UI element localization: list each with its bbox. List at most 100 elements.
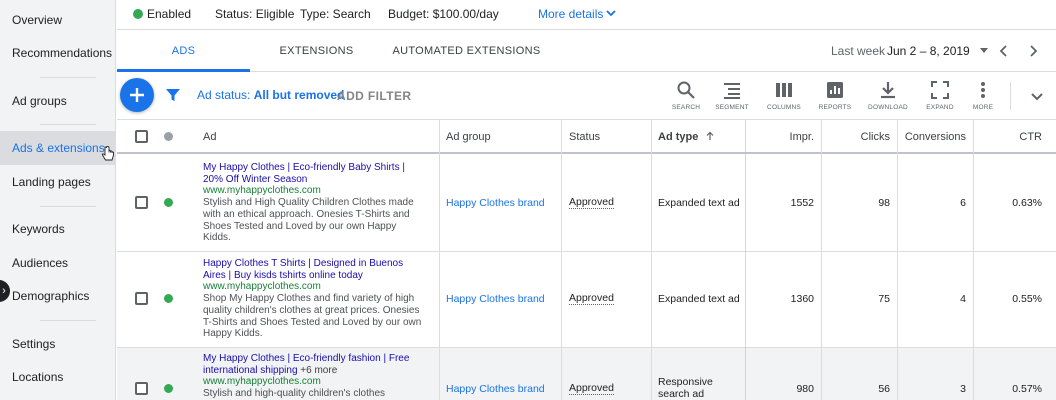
add-filter-button[interactable]: ADD FILTER [337, 89, 411, 103]
tool-label-reports: REPORTS [818, 104, 852, 111]
sidebar-item-demographics[interactable]: Demographics [0, 279, 116, 313]
ad-display-url: www.myhappyclothes.com [203, 281, 321, 293]
sidebar-divider [40, 124, 96, 125]
ad-description: Stylish and high-quality children's clot… [203, 388, 386, 400]
row-checkbox[interactable] [135, 196, 148, 209]
column-divider [651, 120, 652, 400]
ad-type-value: Responsive search ad [658, 376, 713, 400]
columns-tool-button[interactable]: COLUMNS [760, 80, 808, 111]
date-range-value[interactable]: Jun 2 – 8, 2019 [887, 44, 970, 58]
ads-tabs-row: ADS EXTENSIONS AUTOMATED EXTENSIONS Last… [117, 31, 1056, 72]
clicks-value: 98 [878, 197, 890, 209]
col-header-conversions[interactable]: Conversions [898, 120, 966, 154]
sidebar-item-locations[interactable]: Locations [0, 360, 116, 394]
tool-label-download: DOWNLOAD [868, 104, 908, 111]
sidebar-item-overview[interactable]: Overview [0, 3, 116, 37]
reports-tool-button[interactable]: REPORTS [811, 80, 859, 111]
conversions-value: 6 [960, 197, 966, 209]
impr-value: 1360 [790, 293, 814, 305]
ad-headline[interactable]: My Happy Clothes | Eco-friendly fashion … [203, 353, 423, 376]
impr-value: 1552 [790, 197, 814, 209]
chevron-left-icon[interactable] [998, 44, 1010, 58]
ad-headline[interactable]: Happy Clothes T Shirts | Designed in Bue… [203, 258, 423, 281]
search-icon [677, 81, 695, 99]
table-toolbar: Ad status: All but removed ADD FILTER SE… [117, 72, 1056, 120]
col-header-ad-group[interactable]: Ad group [446, 120, 491, 154]
status-approved[interactable]: Approved [569, 382, 614, 395]
clicks-value: 75 [878, 293, 890, 305]
ctr-value: 0.63% [1012, 197, 1042, 209]
ctr-value: 0.57% [1012, 383, 1042, 395]
ad-more-headlines[interactable]: +6 more [300, 365, 337, 376]
col-header-ad-type[interactable]: Ad type [658, 120, 715, 154]
row-checkbox[interactable] [135, 382, 148, 395]
ad-group-link[interactable]: Happy Clothes brand [446, 383, 545, 395]
tab-extensions[interactable]: EXTENSIONS [250, 31, 383, 72]
sidebar-item-settings[interactable]: Settings [0, 327, 116, 361]
table-header: Ad Ad group Status Ad type Impr. Clicks … [117, 120, 1056, 154]
download-tool-button[interactable]: DOWNLOAD [864, 80, 912, 111]
collapse-chevron-icon[interactable] [1029, 88, 1045, 104]
clicks-value: 56 [878, 383, 890, 395]
ad-headline[interactable]: My Happy Clothes | Eco-friendly Baby Shi… [203, 162, 423, 185]
ad-preview: My Happy Clothes | Eco-friendly fashion … [203, 353, 423, 400]
ad-display-url: www.myhappyclothes.com [203, 185, 321, 197]
status-approved[interactable]: Approved [569, 292, 614, 305]
more-vert-icon [981, 82, 985, 98]
segment-tool-button[interactable]: SEGMENT [708, 80, 756, 111]
sidebar-item-landing-pages[interactable]: Landing pages [0, 165, 116, 199]
col-header-clicks[interactable]: Clicks [822, 120, 890, 154]
sidebar-item-keywords[interactable]: Keywords [0, 212, 116, 246]
ad-status-filter[interactable]: Ad status: All but removed [197, 88, 344, 102]
table-row[interactable]: My Happy Clothes | Eco-friendly Baby Shi… [117, 156, 1056, 252]
sidebar-divider [40, 77, 96, 78]
date-range-label: Last week [831, 44, 886, 58]
tab-ads[interactable]: ADS [117, 31, 250, 72]
col-header-status[interactable]: Status [569, 120, 600, 154]
col-header-impr[interactable]: Impr. [746, 120, 814, 154]
tab-automated-extensions[interactable]: AUTOMATED EXTENSIONS [383, 31, 550, 72]
add-ad-button[interactable] [120, 78, 154, 112]
table-row[interactable]: Happy Clothes T Shirts | Designed in Bue… [117, 252, 1056, 348]
sidebar-item-ad-groups[interactable]: Ad groups [0, 84, 116, 118]
column-divider [745, 120, 746, 400]
more-details-link[interactable]: More details [538, 7, 603, 21]
segment-icon [724, 83, 740, 99]
status-column-dot [164, 132, 173, 141]
ad-description: Shop My Happy Clothes and find variety o… [203, 293, 422, 340]
more-tool-button[interactable]: MORE [959, 80, 1007, 111]
col-header-ctr[interactable]: CTR [974, 120, 1042, 154]
ad-group-link[interactable]: Happy Clothes brand [446, 293, 545, 305]
tool-label-search: SEARCH [671, 104, 701, 111]
enabled-status-dot [164, 294, 173, 303]
status-approved[interactable]: Approved [569, 196, 614, 209]
col-header-ad-type-label: Ad type [658, 131, 699, 143]
sidebar-item-ads-extensions[interactable]: Ads & extensions [0, 131, 116, 165]
column-divider [973, 120, 974, 400]
chevron-right-icon[interactable] [1027, 44, 1039, 58]
select-all-checkbox[interactable] [135, 130, 148, 143]
hand-cursor-icon [101, 146, 114, 161]
sidebar-divider [40, 206, 96, 207]
date-dropdown-arrow-icon[interactable] [979, 47, 989, 55]
chevron-down-icon[interactable] [604, 6, 618, 20]
reports-icon [827, 82, 843, 98]
filter-icon[interactable] [165, 87, 181, 103]
ctr-value: 0.55% [1012, 293, 1042, 305]
download-icon [881, 82, 895, 99]
ad-group-link[interactable]: Happy Clothes brand [446, 197, 545, 209]
filter-prefix: Ad status: [197, 88, 254, 102]
enabled-status-dot [164, 198, 173, 207]
ad-preview: Happy Clothes T Shirts | Designed in Bue… [203, 258, 423, 340]
table-row[interactable]: My Happy Clothes | Eco-friendly fashion … [117, 348, 1056, 400]
tool-label-columns: COLUMNS [767, 104, 801, 111]
expand-tool-button[interactable]: EXPAND [916, 80, 964, 111]
sidebar-item-recommendations[interactable]: Recommendations [0, 36, 116, 70]
column-divider [561, 120, 562, 400]
search-tool-button[interactable]: SEARCH [662, 80, 710, 111]
sidebar-item-audiences[interactable]: Audiences [0, 246, 116, 280]
row-checkbox[interactable] [135, 292, 148, 305]
enabled-label: Enabled [147, 7, 192, 21]
enabled-status-dot [133, 9, 143, 19]
col-header-ad[interactable]: Ad [203, 120, 216, 154]
